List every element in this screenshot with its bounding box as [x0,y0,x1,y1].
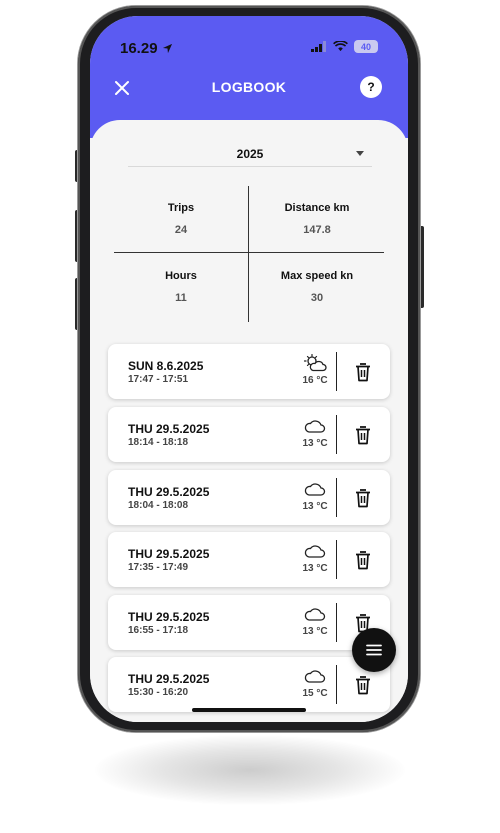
trip-card[interactable]: THU 29.5.2025 18:14 - 18:18 13 °C [108,407,390,462]
card-divider [336,665,337,704]
stat-value: 30 [310,292,324,304]
trip-temperature: 15 °C [302,688,328,699]
stat-label: Distance km [284,202,350,214]
cloud-icon [304,608,326,621]
stat-max-speed: Max speed kn 30 [250,270,384,304]
help-button[interactable]: ? [360,76,382,98]
cloud-icon [304,420,326,433]
stat-label: Hours [165,270,197,282]
trip-card[interactable]: THU 29.5.2025 15:30 - 16:20 15 °C [108,657,390,712]
year-value: 2025 [236,147,264,161]
year-select[interactable]: 2025 [128,142,372,167]
trip-date: THU 29.5.2025 [128,610,210,624]
trip-date: THU 29.5.2025 [128,485,210,499]
stats-divider [248,186,249,322]
chevron-down-icon [356,151,364,156]
trip-time: 17:35 - 17:49 [128,562,189,573]
trip-card[interactable]: THU 29.5.2025 17:35 - 17:49 13 °C [108,532,390,587]
trip-temperature: 13 °C [302,563,328,574]
trip-card[interactable]: SUN 8.6.2025 17:47 - 17:51 16 °C [108,344,390,399]
trip-card[interactable]: THU 29.5.2025 16:55 - 17:18 13 °C [108,595,390,650]
card-divider [336,540,337,579]
trip-card[interactable]: THU 29.5.2025 18:04 - 18:08 13 °C [108,470,390,525]
signal-icon [311,41,326,52]
trash-icon[interactable] [353,424,373,446]
trip-time: 17:47 - 17:51 [128,374,189,385]
dynamic-island [206,34,298,62]
trip-temperature: 13 °C [302,501,328,512]
hamburger-menu-icon [366,644,382,656]
card-divider [336,415,337,454]
stat-label: Max speed kn [280,270,354,282]
trash-icon[interactable] [353,674,373,696]
cloud-icon [304,670,326,683]
stat-hours: Hours 11 [114,270,248,304]
trip-weather: 13 °C [298,542,332,574]
phone-frame: 16.29 40 LOGBOOK ? 2025 Trips 24 Distanc… [78,6,420,732]
trip-weather: 13 °C [298,605,332,637]
trip-temperature: 16 °C [302,375,328,386]
card-divider [336,478,337,517]
trash-icon[interactable] [353,487,373,509]
card-divider [336,352,337,391]
stat-value: 24 [174,224,188,236]
trip-date: SUN 8.6.2025 [128,359,204,373]
trip-time: 15:30 - 16:20 [128,687,189,698]
trip-weather: 13 °C [298,480,332,512]
trip-weather: 16 °C [298,354,332,386]
cloud-icon [304,483,326,496]
stats-divider [114,252,384,253]
app-screen: 16.29 40 LOGBOOK ? 2025 Trips 24 Distanc… [90,16,408,722]
stat-label: Trips [167,202,195,214]
trash-icon[interactable] [353,361,373,383]
menu-fab-button[interactable] [352,628,396,672]
battery-level: 40 [360,41,371,52]
trip-time: 18:04 - 18:08 [128,500,189,511]
trip-time: 16:55 - 17:18 [128,625,189,636]
wifi-icon [333,41,348,52]
battery-icon: 40 [354,40,378,53]
card-divider [336,603,337,642]
device-shadow [95,735,405,805]
stat-trips: Trips 24 [114,202,248,236]
trip-date: THU 29.5.2025 [128,547,210,561]
trip-time: 18:14 - 18:18 [128,437,189,448]
trip-weather: 15 °C [298,667,332,699]
status-icons: 40 [311,40,378,53]
trip-temperature: 13 °C [302,438,328,449]
status-time-label: 16.29 [120,40,158,57]
partly-cloudy-icon [303,354,327,372]
home-indicator [192,708,306,712]
trash-icon[interactable] [353,549,373,571]
trip-temperature: 13 °C [302,626,328,637]
trip-date: THU 29.5.2025 [128,422,210,436]
trip-date: THU 29.5.2025 [128,672,210,686]
status-time: 16.29 [120,40,173,57]
stat-value: 147.8 [303,224,331,236]
location-arrow-icon [162,43,172,54]
cloud-icon [304,545,326,558]
stat-distance: Distance km 147.8 [250,202,384,236]
trip-weather: 13 °C [298,417,332,449]
stat-value: 11 [175,292,187,304]
